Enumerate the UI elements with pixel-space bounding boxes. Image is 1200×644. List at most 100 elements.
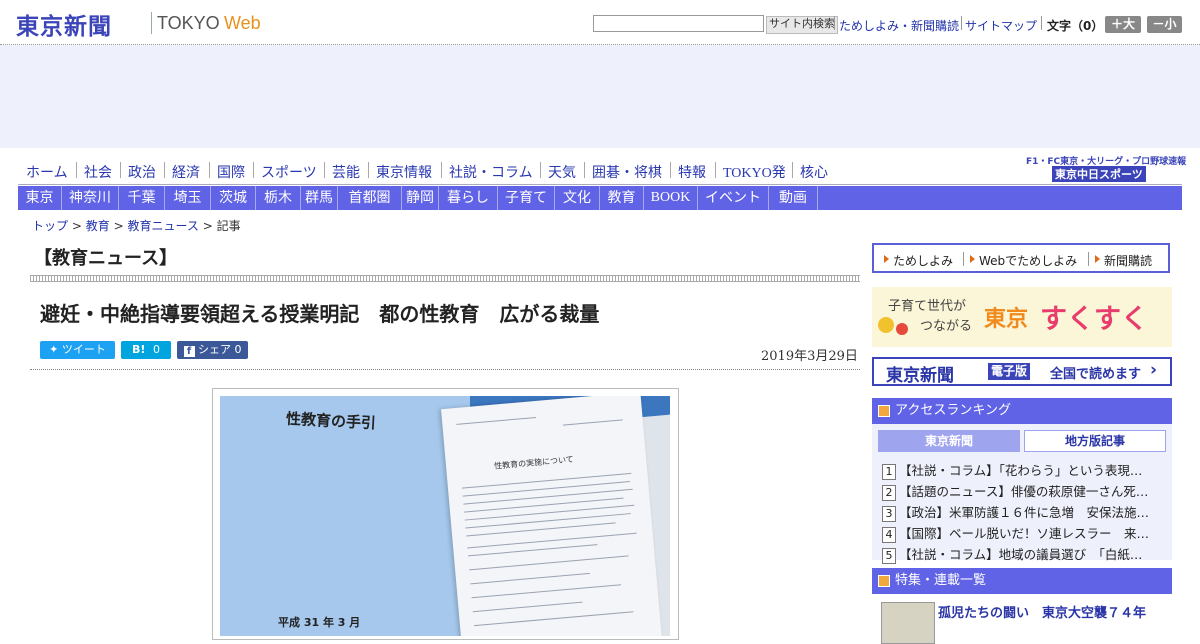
nav-education[interactable]: 教育 bbox=[600, 186, 644, 210]
nav-divider bbox=[120, 162, 121, 178]
features-panel: 孤児たちの闘い 東京大空襲７４年 bbox=[872, 594, 1172, 644]
nav-item-international[interactable]: 国際 bbox=[217, 162, 245, 182]
nav-region-ibaraki[interactable]: 茨城 bbox=[211, 186, 256, 210]
web-trial-reading-link[interactable]: Webでためしよみ bbox=[979, 252, 1077, 269]
hatena-bookmark-button[interactable]: B! 0 bbox=[121, 341, 171, 359]
nav-divider bbox=[441, 162, 442, 178]
nav-culture[interactable]: 文化 bbox=[555, 186, 600, 210]
ranking-header: アクセスランキング bbox=[872, 398, 1172, 424]
nav-item-tokyo-hatsu[interactable]: TOKYO発 bbox=[723, 162, 786, 182]
facebook-icon: f bbox=[183, 346, 195, 357]
nav-divider bbox=[715, 162, 716, 178]
ranking-item[interactable]: 3 【政治】米軍防護１６件に急増 安保法施… bbox=[882, 502, 1166, 522]
header-link-subscribe[interactable]: ためしよみ・新聞購読 bbox=[839, 17, 959, 34]
newspaper-subscription-link[interactable]: 新聞購読 bbox=[1104, 252, 1152, 269]
nav-region-metropolitan[interactable]: 首都圏 bbox=[338, 186, 402, 210]
nav-item-kakushin[interactable]: 核心 bbox=[800, 162, 828, 182]
nav-parenting[interactable]: 子育て bbox=[498, 186, 555, 210]
logo-web-text[interactable]: Web bbox=[224, 13, 261, 34]
nav-item-home[interactable]: ホーム bbox=[26, 162, 68, 182]
nav-item-igo-shogi[interactable]: 囲碁・将棋 bbox=[592, 162, 662, 182]
trial-reading-link[interactable]: ためしよみ bbox=[893, 252, 953, 269]
ranking-item[interactable]: 2 【話題のニュース】俳優の萩原健一さん死… bbox=[882, 481, 1166, 501]
arrow-right-icon bbox=[884, 255, 889, 263]
trial-divider bbox=[1088, 252, 1089, 266]
font-larger-button[interactable]: ＋大 bbox=[1105, 16, 1141, 33]
arrow-square-icon bbox=[878, 575, 890, 587]
tweet-button[interactable]: ✦ ツイート bbox=[40, 341, 115, 359]
hatena-count: 0 bbox=[152, 343, 160, 356]
nav-item-editorial[interactable]: 社説・コラム bbox=[449, 162, 533, 182]
nav-book[interactable]: BOOK bbox=[644, 186, 698, 210]
search-input[interactable] bbox=[593, 15, 764, 32]
article-headline: 避妊・中絶指導要領超える授業明記 都の性教育 広がる裁量 bbox=[40, 302, 600, 326]
tab-tokyo-shimbun[interactable]: 東京新聞 bbox=[878, 430, 1020, 452]
site-search-button[interactable]: サイト内検索 bbox=[766, 16, 838, 34]
nav-region-saitama[interactable]: 埼玉 bbox=[165, 186, 211, 210]
breadcrumb-separator: > bbox=[202, 219, 213, 233]
digital-edition-banner[interactable]: 東京新聞 電子版 全国で読めます › bbox=[872, 357, 1172, 386]
font-smaller-button[interactable]: －小 bbox=[1147, 16, 1182, 33]
breadcrumb-separator: > bbox=[113, 219, 124, 233]
header-divider bbox=[1041, 16, 1042, 30]
nav-item-entertainment[interactable]: 芸能 bbox=[332, 162, 360, 182]
ranking-title: アクセスランキング bbox=[895, 403, 1011, 418]
sukusuku-brand-tokyo: 東京 bbox=[984, 307, 1029, 332]
breadcrumb-education[interactable]: 教育 bbox=[86, 219, 110, 233]
nav-divider bbox=[540, 162, 541, 178]
nav-region-tokyo[interactable]: 東京 bbox=[18, 186, 62, 210]
chunichi-sports-logo[interactable]: 東京中日スポーツ bbox=[1052, 166, 1146, 182]
header-link-sitemap[interactable]: サイトマップ bbox=[965, 17, 1037, 34]
sukusuku-brand-name: すくすく bbox=[1040, 304, 1148, 335]
facebook-share-button[interactable]: f シェア 0 bbox=[177, 341, 248, 359]
breadcrumb-separator: > bbox=[71, 219, 82, 233]
sukusuku-tagline: 子育て世代が bbox=[888, 299, 967, 314]
nav-divider bbox=[670, 162, 671, 178]
nav-item-tokyo-info[interactable]: 東京情報 bbox=[376, 162, 432, 182]
nav-item-sports[interactable]: スポーツ bbox=[261, 162, 317, 182]
photo-booklet-date: 平成 31 年 3 月 bbox=[278, 616, 361, 629]
nav-region-gunma[interactable]: 群馬 bbox=[301, 186, 338, 210]
site-logo[interactable]: 東京新聞 bbox=[16, 7, 112, 41]
nav-region-shizuoka[interactable]: 静岡 bbox=[402, 186, 439, 210]
nav-item-politics[interactable]: 政治 bbox=[128, 162, 156, 182]
ranking-item[interactable]: 5 【社説・コラム】地域の議員選び 「白紙… bbox=[882, 544, 1166, 564]
features-header: 特集・連載一覧 bbox=[872, 568, 1172, 594]
twitter-bird-icon: ✦ bbox=[49, 343, 59, 356]
section-divider bbox=[30, 275, 860, 282]
nav-item-special-report[interactable]: 特報 bbox=[678, 162, 706, 182]
nav-region-kanagawa[interactable]: 神奈川 bbox=[62, 186, 119, 210]
ranking-item[interactable]: 4 【国際】ベール脱いだ！ソ連レスラー 来… bbox=[882, 523, 1166, 543]
nav-item-society[interactable]: 社会 bbox=[84, 162, 112, 182]
sukusuku-banner[interactable]: 子育て世代が つながる 東京 すくすく bbox=[872, 287, 1172, 347]
nav-living[interactable]: 暮らし bbox=[439, 186, 498, 210]
trial-divider bbox=[963, 252, 964, 266]
nav-region-chiba[interactable]: 千葉 bbox=[119, 186, 165, 210]
breadcrumb: トップ > 教育 > 教育ニュース > 記事 bbox=[32, 217, 241, 234]
facebook-count: 0 bbox=[234, 343, 242, 356]
tab-local-edition[interactable]: 地方版記事 bbox=[1024, 430, 1166, 452]
section-title: 【教育ニュース】 bbox=[34, 248, 178, 269]
breadcrumb-top[interactable]: トップ bbox=[32, 219, 68, 233]
nav-divider bbox=[792, 162, 793, 178]
article-photo[interactable]: 性教育の手引 平成 31 年 3 月 性教育の実施について bbox=[220, 396, 670, 636]
nav-region-tochigi[interactable]: 栃木 bbox=[256, 186, 301, 210]
nav-events[interactable]: イベント bbox=[698, 186, 769, 210]
header-divider bbox=[961, 16, 962, 30]
logo-divider bbox=[151, 12, 152, 34]
subscription-links-box: ためしよみ Webでためしよみ 新聞購読 bbox=[872, 243, 1170, 273]
arrow-right-icon bbox=[970, 255, 975, 263]
nav-item-weather[interactable]: 天気 bbox=[548, 162, 576, 182]
sukusuku-tagline-2: つながる bbox=[920, 319, 973, 334]
regional-nav: 東京 神奈川 千葉 埼玉 茨城 栃木 群馬 首都圏 静岡 暮らし 子育て 文化 … bbox=[18, 186, 1182, 210]
photo-document: 性教育の実施について bbox=[441, 396, 663, 636]
logo-tokyo-text[interactable]: TOKYO bbox=[157, 13, 220, 34]
arrow-square-icon bbox=[878, 405, 890, 417]
nav-video[interactable]: 動画 bbox=[769, 186, 818, 210]
font-size-label: 文字（0） bbox=[1047, 19, 1104, 33]
feature-thumbnail[interactable] bbox=[881, 602, 935, 644]
feature-item-title[interactable]: 孤児たちの闘い 東京大空襲７４年 bbox=[938, 602, 1146, 621]
breadcrumb-education-news[interactable]: 教育ニュース bbox=[127, 219, 198, 233]
nav-item-economy[interactable]: 経済 bbox=[172, 162, 200, 182]
ranking-item[interactable]: 1 【社説・コラム】「花わらう」という表現… bbox=[882, 460, 1166, 480]
